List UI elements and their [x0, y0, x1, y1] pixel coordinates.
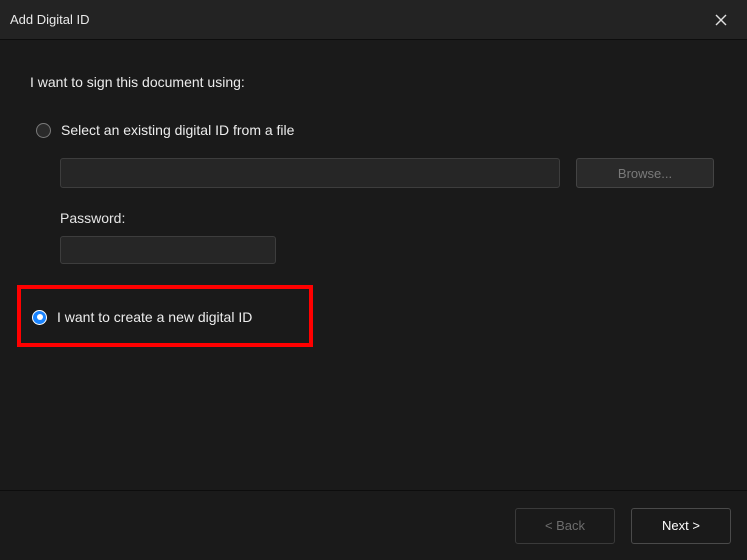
dialog-footer: < Back Next > — [0, 490, 747, 560]
sign-prompt-heading: I want to sign this document using: — [30, 74, 717, 90]
close-icon — [715, 14, 727, 26]
option-create-label: I want to create a new digital ID — [57, 309, 252, 325]
option-create-row[interactable]: I want to create a new digital ID — [32, 309, 252, 325]
file-path-input[interactable] — [60, 158, 560, 188]
existing-id-details: Browse... Password: — [60, 158, 717, 264]
option-existing-label: Select an existing digital ID from a fil… — [61, 122, 294, 138]
title-bar: Add Digital ID — [0, 0, 747, 40]
dialog-content: I want to sign this document using: Sele… — [0, 40, 747, 264]
dialog-title: Add Digital ID — [10, 12, 89, 27]
close-button[interactable] — [701, 5, 741, 35]
back-button[interactable]: < Back — [515, 508, 615, 544]
browse-button[interactable]: Browse... — [576, 158, 714, 188]
next-button[interactable]: Next > — [631, 508, 731, 544]
radio-existing[interactable] — [36, 123, 51, 138]
option-existing-row[interactable]: Select an existing digital ID from a fil… — [30, 118, 717, 142]
password-input[interactable] — [60, 236, 276, 264]
password-label: Password: — [60, 210, 717, 226]
radio-create[interactable] — [32, 310, 47, 325]
file-row: Browse... — [60, 158, 717, 188]
